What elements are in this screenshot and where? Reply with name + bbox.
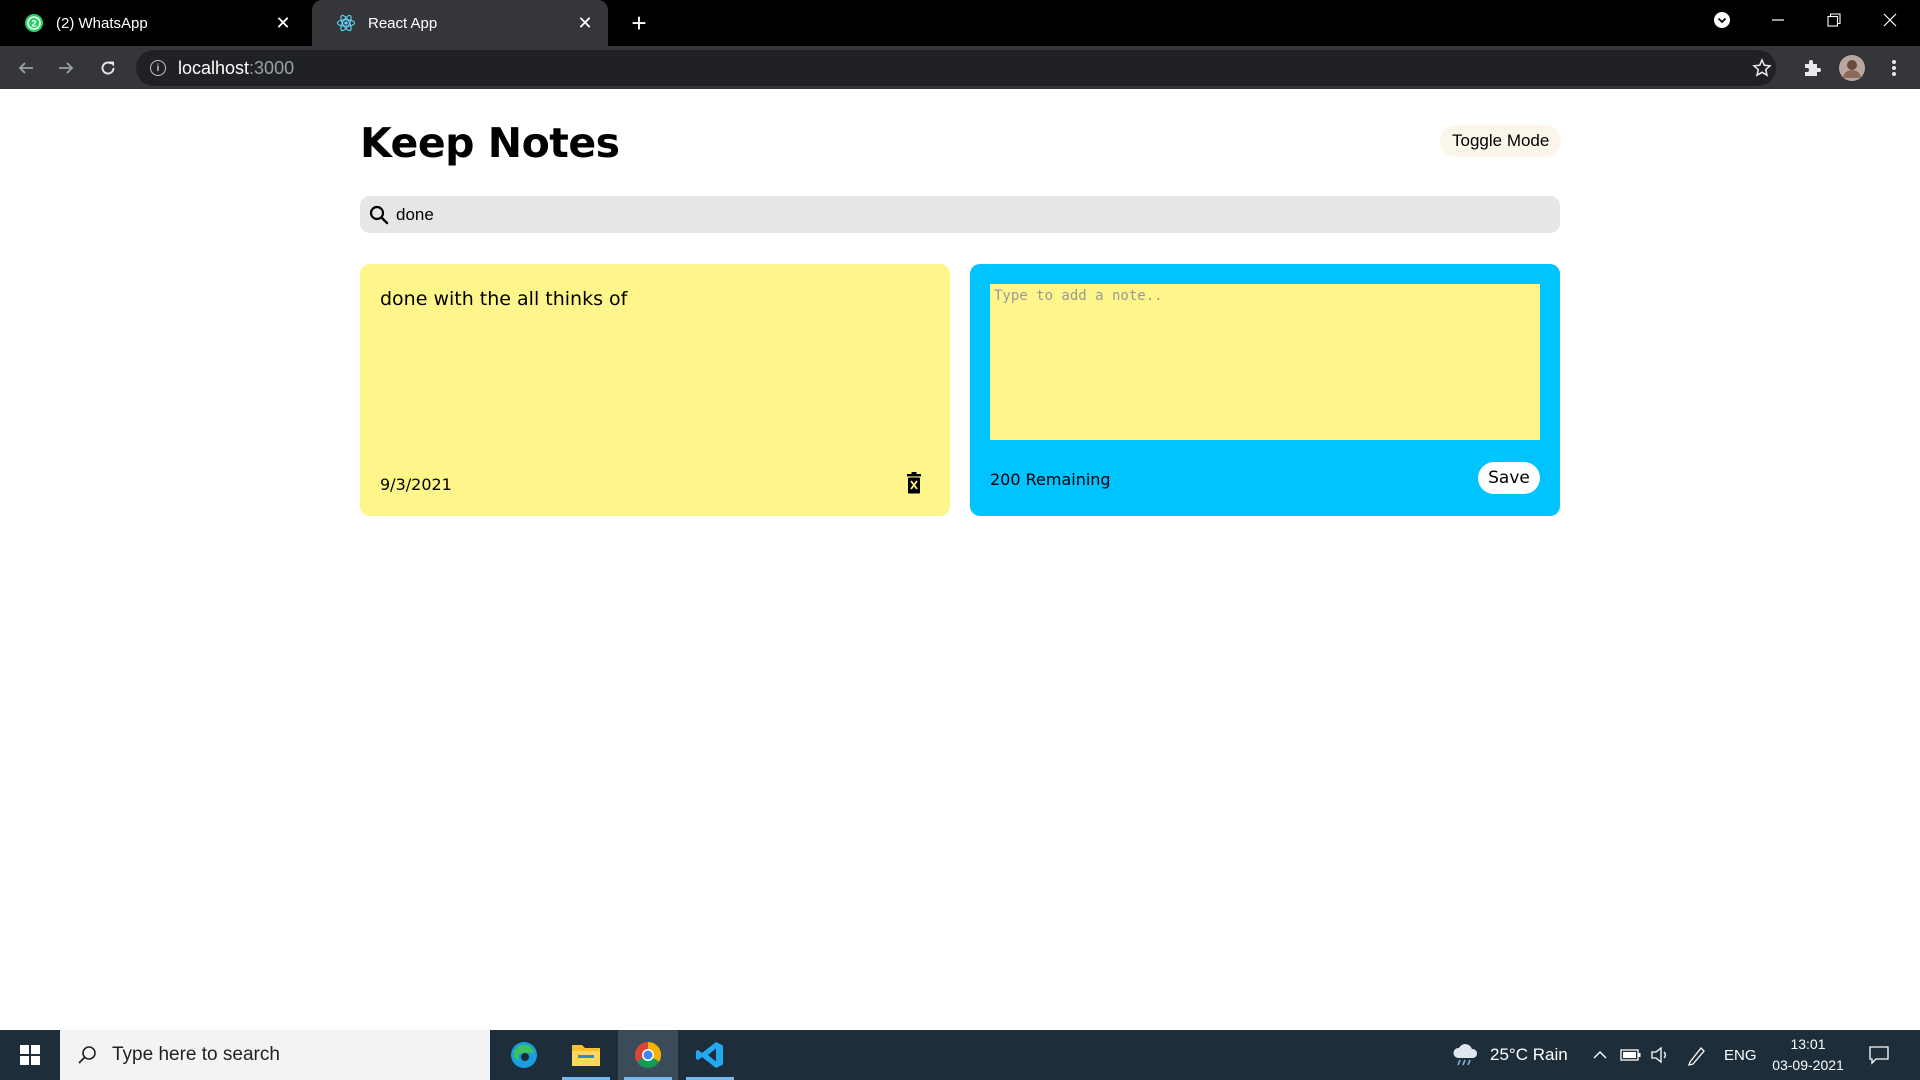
- new-tab-icon[interactable]: +: [624, 8, 654, 38]
- search-input[interactable]: [396, 204, 1496, 225]
- show-hidden-icons-icon[interactable]: [1592, 1030, 1608, 1080]
- tab-react-app[interactable]: React App ✕: [312, 0, 608, 46]
- profile-avatar[interactable]: [1836, 52, 1868, 84]
- language-indicator[interactable]: ENG: [1724, 1030, 1757, 1080]
- clock-time: 13:01: [1790, 1036, 1826, 1052]
- tab-whatsapp[interactable]: 2 (2) WhatsApp ✕: [0, 0, 306, 46]
- taskbar-search-box[interactable]: Type here to search: [60, 1030, 490, 1080]
- whatsapp-icon: 2: [24, 13, 44, 33]
- address-bar[interactable]: i localhost:3000: [136, 50, 1776, 86]
- search-icon: [369, 205, 389, 224]
- tab-label: React App: [368, 14, 438, 32]
- rain-cloud-icon: [1453, 1044, 1478, 1066]
- restore-icon[interactable]: [1806, 0, 1862, 40]
- site-info-icon[interactable]: i: [150, 60, 166, 76]
- windows-taskbar: Type here to search 25°C Rain ENG 13:01 …: [0, 1030, 1920, 1080]
- chrome-icon[interactable]: [618, 1030, 678, 1080]
- note-text: done with the all thinks of: [380, 288, 628, 310]
- taskbar-clock[interactable]: 13:01 03-09-2021: [1766, 1034, 1850, 1076]
- browser-tab-strip: 2 (2) WhatsApp ✕ React App ✕ +: [0, 0, 1920, 46]
- note-card: done with the all thinks of 9/3/2021: [360, 264, 950, 516]
- file-explorer-icon[interactable]: [556, 1030, 616, 1080]
- reload-icon[interactable]: [92, 52, 124, 84]
- new-note-textarea[interactable]: [990, 284, 1540, 440]
- taskbar-search-placeholder: Type here to search: [112, 1044, 280, 1065]
- back-icon[interactable]: [10, 52, 42, 84]
- battery-icon[interactable]: [1620, 1030, 1642, 1080]
- weather-widget[interactable]: 25°C Rain: [1450, 1030, 1568, 1080]
- pen-workspace-icon[interactable]: [1686, 1030, 1708, 1080]
- close-window-icon[interactable]: [1862, 0, 1918, 40]
- forward-icon[interactable]: [50, 52, 82, 84]
- note-date: 9/3/2021: [380, 475, 452, 494]
- browser-toolbar: i localhost:3000: [0, 46, 1920, 89]
- bookmark-star-icon[interactable]: [1746, 52, 1778, 84]
- save-button[interactable]: Save: [1478, 462, 1540, 494]
- characters-remaining: 200 Remaining: [990, 470, 1111, 489]
- volume-icon[interactable]: [1650, 1030, 1670, 1080]
- notifications-icon[interactable]: [1868, 1030, 1890, 1080]
- new-note-card: 200 Remaining Save: [970, 264, 1560, 516]
- minimize-icon[interactable]: [1750, 0, 1806, 40]
- close-tab-icon[interactable]: ✕: [272, 12, 294, 34]
- tab-search-icon[interactable]: [1694, 0, 1750, 40]
- tab-label: (2) WhatsApp: [56, 14, 148, 32]
- delete-icon[interactable]: [906, 472, 922, 494]
- close-tab-icon[interactable]: ✕: [574, 12, 596, 34]
- taskbar-search-icon: [78, 1046, 96, 1064]
- edge-icon[interactable]: [494, 1030, 554, 1080]
- url-host: localhost: [178, 57, 250, 78]
- search-bar: [360, 196, 1560, 233]
- toggle-mode-button[interactable]: Toggle Mode: [1440, 125, 1562, 157]
- extensions-icon[interactable]: [1796, 52, 1828, 84]
- windows-start-icon[interactable]: [0, 1030, 60, 1080]
- app-page: Keep Notes Toggle Mode done with the all…: [0, 89, 1920, 1030]
- browser-menu-icon[interactable]: [1878, 52, 1910, 84]
- react-icon: [336, 13, 356, 33]
- clock-date: 03-09-2021: [1772, 1057, 1844, 1073]
- weather-text: 25°C Rain: [1490, 1045, 1568, 1064]
- svg-text:2: 2: [31, 19, 36, 29]
- page-title: Keep Notes: [360, 119, 620, 167]
- url-port: :3000: [249, 57, 295, 78]
- vscode-icon[interactable]: [680, 1030, 740, 1080]
